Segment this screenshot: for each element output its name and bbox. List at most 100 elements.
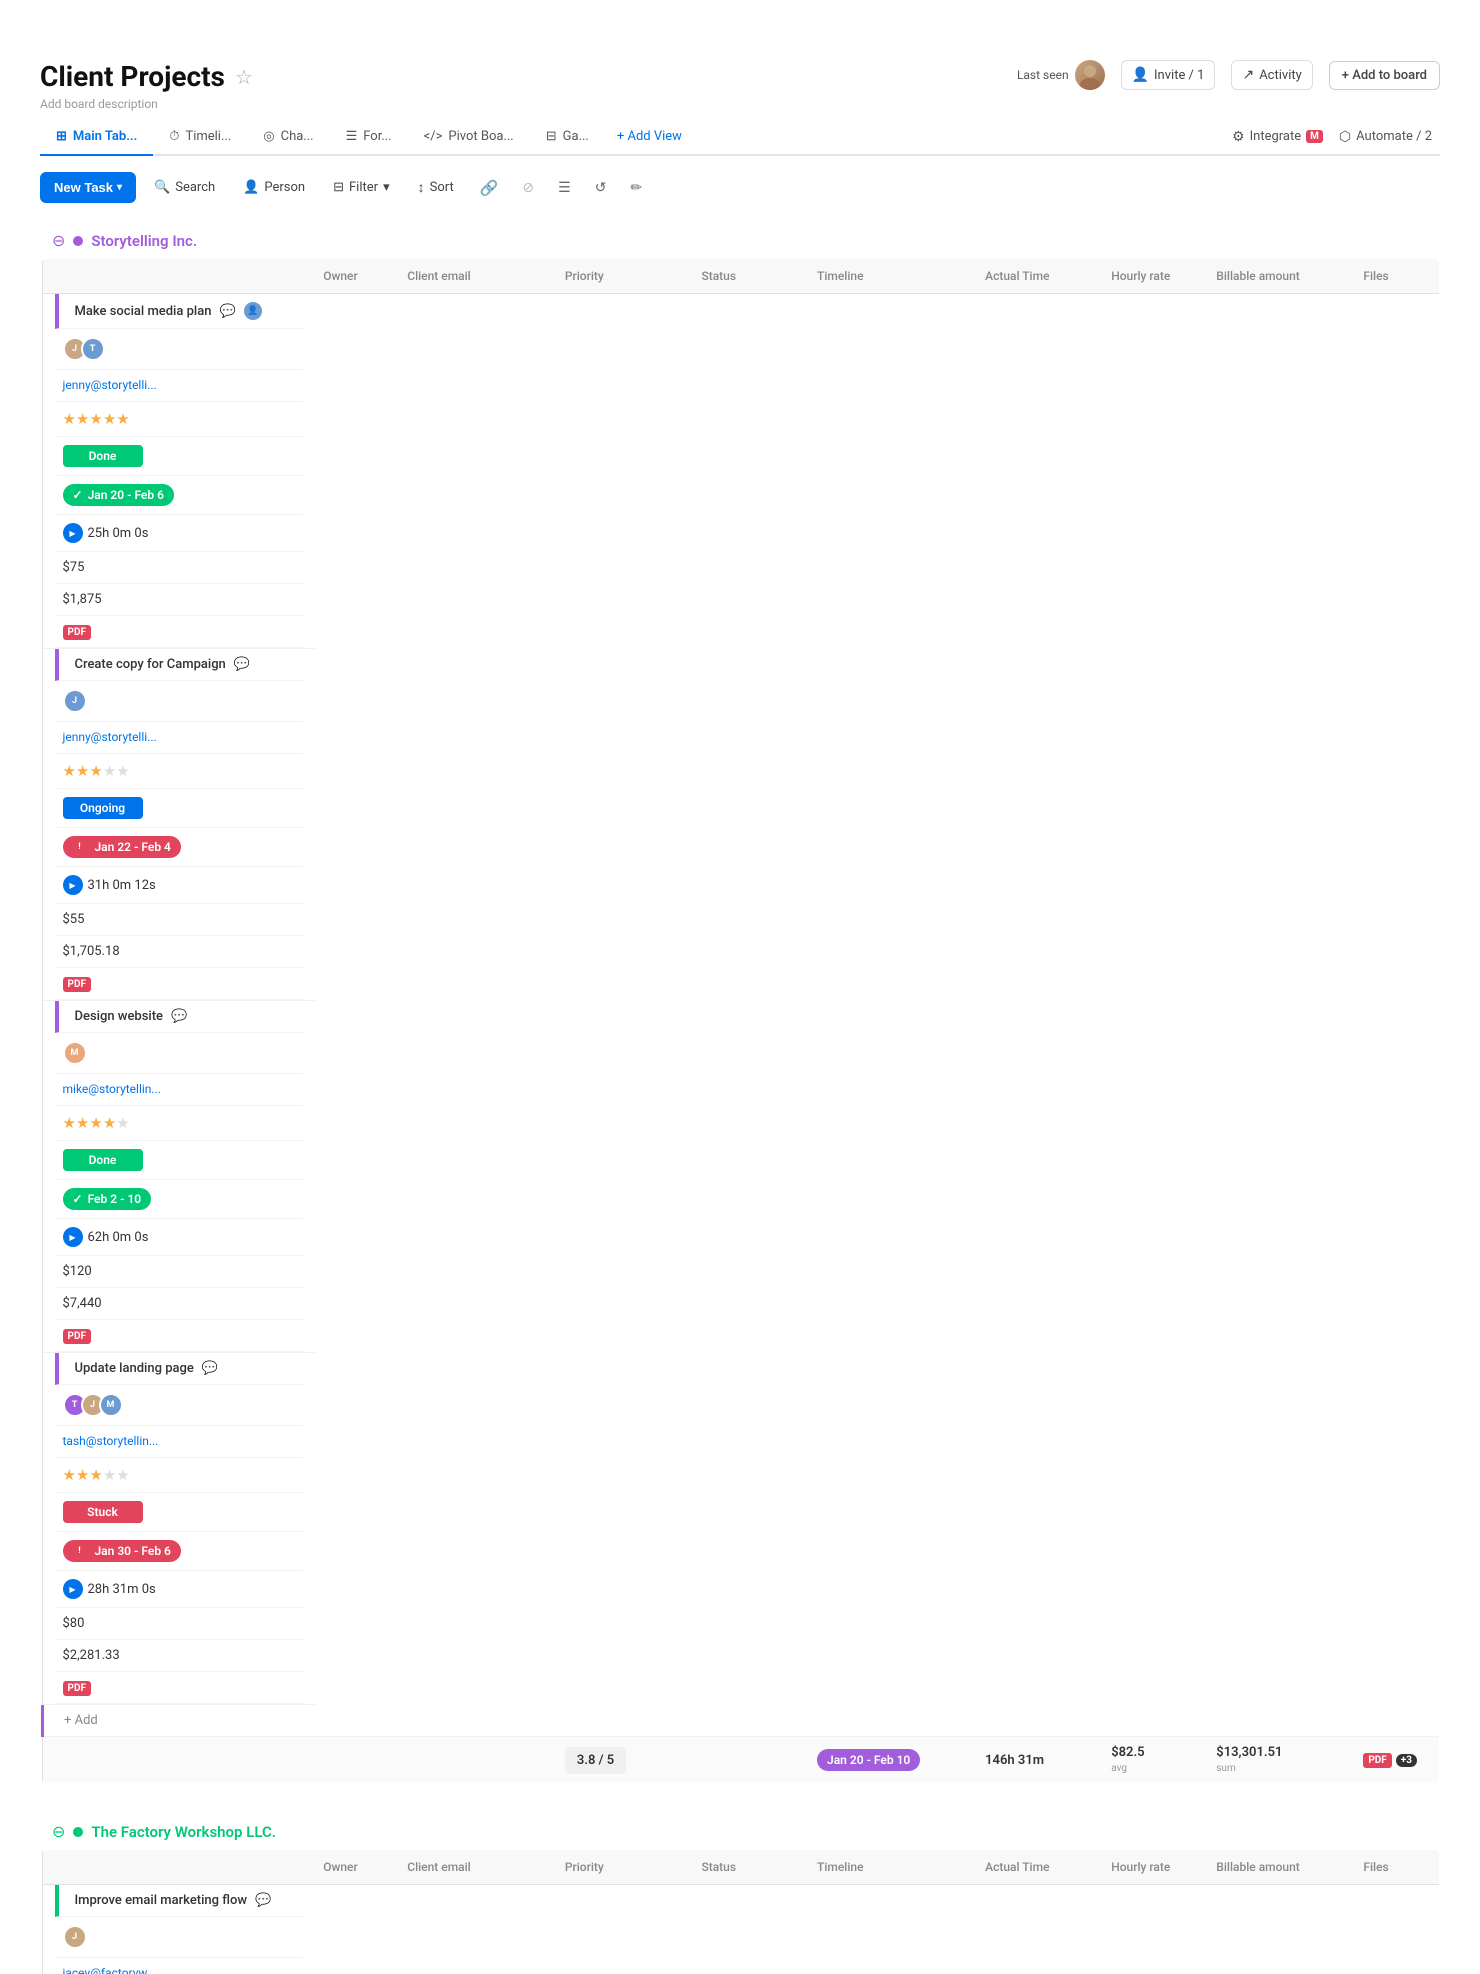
new-task-label: New Task: [54, 180, 113, 195]
stars-3[interactable]: ★★★★★: [63, 1117, 130, 1132]
td-status-4: Stuck: [55, 1493, 304, 1532]
td-billable-1: $1,875: [55, 584, 304, 616]
group1-toggle[interactable]: ⊖: [52, 231, 65, 250]
add-view-button[interactable]: + Add View: [605, 119, 694, 154]
email-link-g2-1[interactable]: jacey@factoryw...: [63, 1966, 157, 1974]
group1-billable-summary: $13,301.51 sum: [1208, 1737, 1355, 1784]
board-description[interactable]: Add board description: [40, 97, 253, 111]
task-name-4[interactable]: Update landing page: [75, 1361, 194, 1376]
hourly-2: $55: [63, 912, 85, 927]
stars-1[interactable]: ★★★★★: [63, 410, 130, 428]
integrate-button[interactable]: ⚙ Integrate M: [1232, 129, 1323, 145]
timer-play-1[interactable]: ▶: [63, 523, 83, 543]
task-name-1[interactable]: Make social media plan: [75, 304, 212, 319]
group1-summary-row: 3.8 / 5 Jan 20 - Feb 10 146h 31m: [42, 1737, 1440, 1784]
tab-pivot[interactable]: </> Pivot Boa...: [408, 119, 530, 156]
summary-pdf-1[interactable]: PDF: [1363, 1753, 1391, 1768]
task-name-g2-1[interactable]: Improve email marketing flow: [75, 1893, 248, 1908]
timer-play-2[interactable]: ▶: [63, 875, 83, 895]
task-name-3[interactable]: Design website: [75, 1009, 164, 1024]
brush-icon[interactable]: ✏: [622, 174, 650, 202]
pdf-icon-1[interactable]: PDF: [63, 625, 91, 640]
comment-icon-2[interactable]: 💬: [234, 657, 250, 672]
task-name-2[interactable]: Create copy for Campaign: [75, 657, 226, 672]
group1-priority-summary: 3.8 / 5: [557, 1737, 694, 1784]
comment-icon-3[interactable]: 💬: [171, 1009, 187, 1024]
filter-icon: ⊟: [333, 180, 344, 195]
person-filter-icon: 👤: [243, 180, 259, 195]
tabs-bar: ⊞ Main Tab... ⏱ Timeli... ◎ Cha... ☰ For…: [40, 119, 1440, 156]
status-badge-3[interactable]: Done: [63, 1149, 143, 1171]
email-link-4[interactable]: tash@storytellin...: [63, 1434, 159, 1448]
timeline-pill-3[interactable]: ✓ Feb 2 - 10: [63, 1188, 152, 1210]
group2-toggle[interactable]: ⊖: [52, 1822, 65, 1841]
integrate-icon: ⚙: [1232, 129, 1245, 145]
summary-spacer: [42, 1737, 315, 1784]
status-badge-2[interactable]: Ongoing: [63, 797, 143, 819]
owner-avatar: J: [63, 1925, 87, 1949]
email-link-3[interactable]: mike@storytellin...: [63, 1082, 161, 1096]
row-height-icon[interactable]: ☰: [550, 174, 579, 202]
person-filter-button[interactable]: 👤 Person: [233, 174, 315, 201]
td-files-2: PDF: [55, 968, 304, 1000]
new-task-button[interactable]: New Task ▾: [40, 172, 136, 203]
eye-icon[interactable]: ⊘: [514, 174, 542, 202]
group1-name[interactable]: Storytelling Inc.: [91, 232, 197, 250]
td-status-1: Done: [55, 437, 304, 476]
td-status-3: Done: [55, 1141, 304, 1180]
last-seen: Last seen: [1017, 60, 1105, 90]
filter-dropdown-arrow: ▾: [383, 180, 390, 195]
person-icon: 👤: [1132, 67, 1149, 83]
link-icon[interactable]: 🔗: [472, 173, 507, 203]
comment-icon-1[interactable]: 💬: [219, 304, 235, 319]
group2-name[interactable]: The Factory Workshop LLC.: [91, 1823, 276, 1841]
status-badge-4[interactable]: Stuck: [63, 1501, 143, 1523]
th-owner: Owner: [315, 259, 399, 294]
group1-actual-summary: 146h 31m: [977, 1737, 1103, 1784]
automate-icon: ⬡: [1339, 129, 1351, 145]
favorite-icon[interactable]: ☆: [235, 65, 253, 89]
expand-icon[interactable]: ↺: [587, 174, 615, 202]
group1-hourly-avg: $82.5 avg: [1111, 1745, 1200, 1775]
timer-play-3[interactable]: ▶: [63, 1227, 83, 1247]
timeline-pill-2[interactable]: ! Jan 22 - Feb 4: [63, 836, 181, 858]
email-link-1[interactable]: jenny@storytelli...: [63, 378, 157, 392]
stars-4[interactable]: ★★★★★: [63, 1469, 130, 1484]
td-priority-1: ★★★★★: [55, 402, 304, 437]
tab-form[interactable]: ☰ For...: [330, 119, 408, 156]
sort-button[interactable]: ↕ Sort: [408, 173, 464, 202]
invite-button[interactable]: 👤 Invite / 1: [1121, 60, 1216, 90]
tab-chart[interactable]: ◎ Cha...: [247, 119, 329, 156]
stars-2[interactable]: ★★★★★: [63, 765, 130, 780]
add-item-1[interactable]: + Add: [60, 1703, 102, 1738]
td-status-2: Ongoing: [55, 789, 304, 828]
automate-button[interactable]: ⬡ Automate / 2: [1339, 129, 1432, 145]
filter-button[interactable]: ⊟ Filter ▾: [323, 174, 400, 201]
comment-icon-4[interactable]: 💬: [202, 1361, 218, 1376]
th-task-name: [42, 259, 315, 294]
activity-button[interactable]: ↗ Activity: [1231, 60, 1312, 90]
td2-owner-1: J: [55, 1917, 304, 1958]
tab-timeline[interactable]: ⏱ Timeli...: [153, 119, 247, 156]
table-row: Create copy for Campaign 💬 J jenny@story…: [43, 649, 316, 1001]
td-hourly-2: $55: [55, 904, 304, 936]
comment-icon-g2-1[interactable]: 💬: [255, 1893, 271, 1908]
status-badge-1[interactable]: Done: [63, 445, 143, 467]
email-link-2[interactable]: jenny@storytelli...: [63, 730, 157, 744]
table-row: Improve email marketing flow 💬 J jacey@f…: [43, 1885, 316, 1974]
tab-gantt[interactable]: ⊟ Ga...: [530, 119, 605, 156]
group2-table-container: Owner Client email Priority Status Timel…: [40, 1849, 1440, 1974]
pdf-icon-4[interactable]: PDF: [63, 1681, 91, 1696]
tab-gantt-icon: ⊟: [546, 129, 557, 144]
tab-main[interactable]: ⊞ Main Tab...: [40, 119, 153, 156]
billable-4: $2,281.33: [63, 1648, 120, 1663]
pdf-icon-2[interactable]: PDF: [63, 977, 91, 992]
timeline-pill-1[interactable]: ✓ Jan 20 - Feb 6: [63, 484, 174, 506]
pdf-icon-3[interactable]: PDF: [63, 1329, 91, 1344]
timer-play-4[interactable]: ▶: [63, 1579, 83, 1599]
th2-files: Files: [1355, 1850, 1439, 1885]
timeline-pill-4[interactable]: ! Jan 30 - Feb 6: [63, 1540, 181, 1562]
add-board-button[interactable]: + Add to board: [1329, 61, 1440, 90]
search-button[interactable]: 🔍 Search: [144, 174, 225, 201]
add-row-1: + Add: [42, 1705, 1440, 1737]
